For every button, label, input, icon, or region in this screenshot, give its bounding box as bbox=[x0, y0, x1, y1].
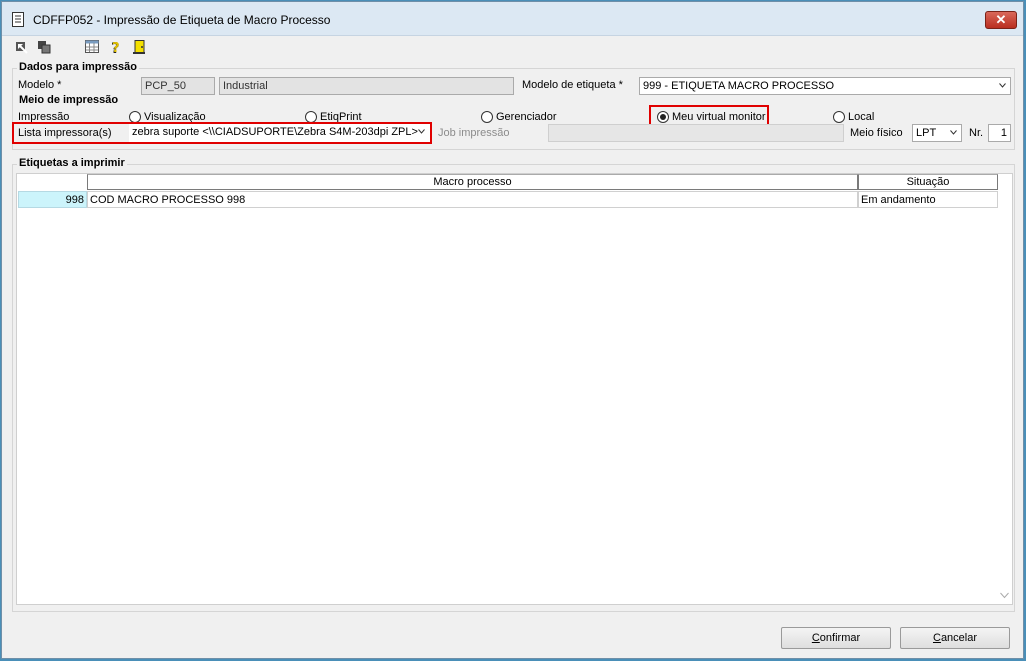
row-situacao-cell[interactable]: Em andamento bbox=[858, 191, 998, 208]
meio-fisico-label: Meio físico bbox=[850, 127, 903, 139]
radio-gerenciador-dot bbox=[481, 111, 493, 123]
radio-gerenciador[interactable]: Gerenciador bbox=[481, 111, 557, 125]
modelo-etiqueta-value: 999 - ETIQUETA MACRO PROCESSO bbox=[643, 80, 835, 92]
scroll-down-icon[interactable] bbox=[1000, 592, 1009, 599]
cancelar-label: ancelar bbox=[940, 632, 978, 644]
radio-local-dot bbox=[833, 111, 845, 123]
modelo-code-field[interactable]: PCP_50 bbox=[141, 77, 215, 95]
radio-etiqprint-label: EtiqPrint bbox=[320, 111, 362, 123]
table-row[interactable]: 998 COD MACRO PROCESSO 998 Em andamento bbox=[17, 174, 998, 209]
row-code-cell[interactable]: 998 bbox=[18, 191, 87, 208]
exit-door-icon[interactable] bbox=[131, 39, 147, 55]
confirmar-mnemonic: C bbox=[811, 632, 820, 644]
meio-fisico-combo[interactable]: LPT bbox=[912, 124, 962, 142]
copy-icon[interactable] bbox=[36, 39, 52, 55]
radio-etiqprint-dot bbox=[305, 111, 317, 123]
help-icon[interactable]: ? ? bbox=[108, 39, 124, 55]
radio-meu-virtual-monitor-label: Meu virtual monitor bbox=[672, 111, 766, 123]
job-impressao-field bbox=[548, 124, 844, 142]
impressao-label: Impressão bbox=[18, 111, 70, 123]
chevron-down-icon bbox=[418, 129, 425, 134]
radio-etiqprint[interactable]: EtiqPrint bbox=[305, 111, 362, 125]
job-impressao-label: Job impressão bbox=[438, 127, 510, 139]
radio-meu-virtual-monitor[interactable]: Meu virtual monitor bbox=[657, 111, 766, 125]
etiquetas-section-title: Etiquetas a imprimir bbox=[17, 157, 127, 169]
window-title: CDFFP052 - Impressão de Etiqueta de Macr… bbox=[33, 13, 331, 27]
modelo-etiqueta-combo[interactable]: 999 - ETIQUETA MACRO PROCESSO bbox=[639, 77, 1011, 95]
radio-visualizacao[interactable]: Visualização bbox=[129, 111, 206, 125]
confirmar-label: onfirmar bbox=[819, 632, 861, 644]
document-icon bbox=[12, 12, 24, 27]
radio-visualizacao-label: Visualização bbox=[144, 111, 206, 123]
radio-local[interactable]: Local bbox=[833, 111, 874, 125]
nr-label: Nr. bbox=[969, 127, 984, 139]
cancelar-button[interactable]: Cancelar bbox=[900, 627, 1010, 649]
confirmar-button[interactable]: Confirmar bbox=[781, 627, 891, 649]
grid-icon[interactable] bbox=[84, 39, 100, 55]
lista-impressoras-value: zebra suporte <\\CIADSUPORTE\Zebra S4M-2… bbox=[132, 126, 418, 138]
radio-meu-virtual-monitor-dot bbox=[657, 111, 669, 123]
cancelar-mnemonic: C bbox=[932, 632, 941, 644]
meio-section-title: Meio de impressão bbox=[17, 94, 121, 106]
lista-impressoras-combo[interactable]: zebra suporte <\\CIADSUPORTE\Zebra S4M-2… bbox=[129, 124, 431, 142]
row-macro-cell[interactable]: COD MACRO PROCESSO 998 bbox=[87, 191, 858, 208]
dados-section-title: Dados para impressão bbox=[17, 61, 139, 73]
arrow-icon[interactable] bbox=[14, 39, 30, 55]
modelo-etiqueta-label: Modelo de etiqueta * bbox=[522, 79, 623, 91]
main-window: CDFFP052 - Impressão de Etiqueta de Macr… bbox=[1, 1, 1024, 659]
chevron-down-icon bbox=[999, 83, 1006, 88]
title-bar: CDFFP052 - Impressão de Etiqueta de Macr… bbox=[2, 2, 1023, 36]
etiquetas-grid[interactable]: Macro processo Situação 998 COD MACRO PR… bbox=[16, 173, 1013, 605]
chevron-down-icon bbox=[950, 130, 957, 135]
lista-impressoras-label: Lista impressora(s) bbox=[18, 127, 112, 139]
radio-visualizacao-dot bbox=[129, 111, 141, 123]
nr-field[interactable]: 1 bbox=[988, 124, 1011, 142]
svg-text:?: ? bbox=[112, 41, 120, 55]
modelo-label: Modelo * bbox=[18, 79, 62, 91]
radio-local-label: Local bbox=[848, 111, 875, 123]
close-button[interactable]: ✕ bbox=[985, 11, 1017, 29]
modelo-description-field: Industrial bbox=[219, 77, 514, 95]
radio-gerenciador-label: Gerenciador bbox=[496, 111, 557, 123]
meio-fisico-value: LPT bbox=[916, 127, 937, 139]
